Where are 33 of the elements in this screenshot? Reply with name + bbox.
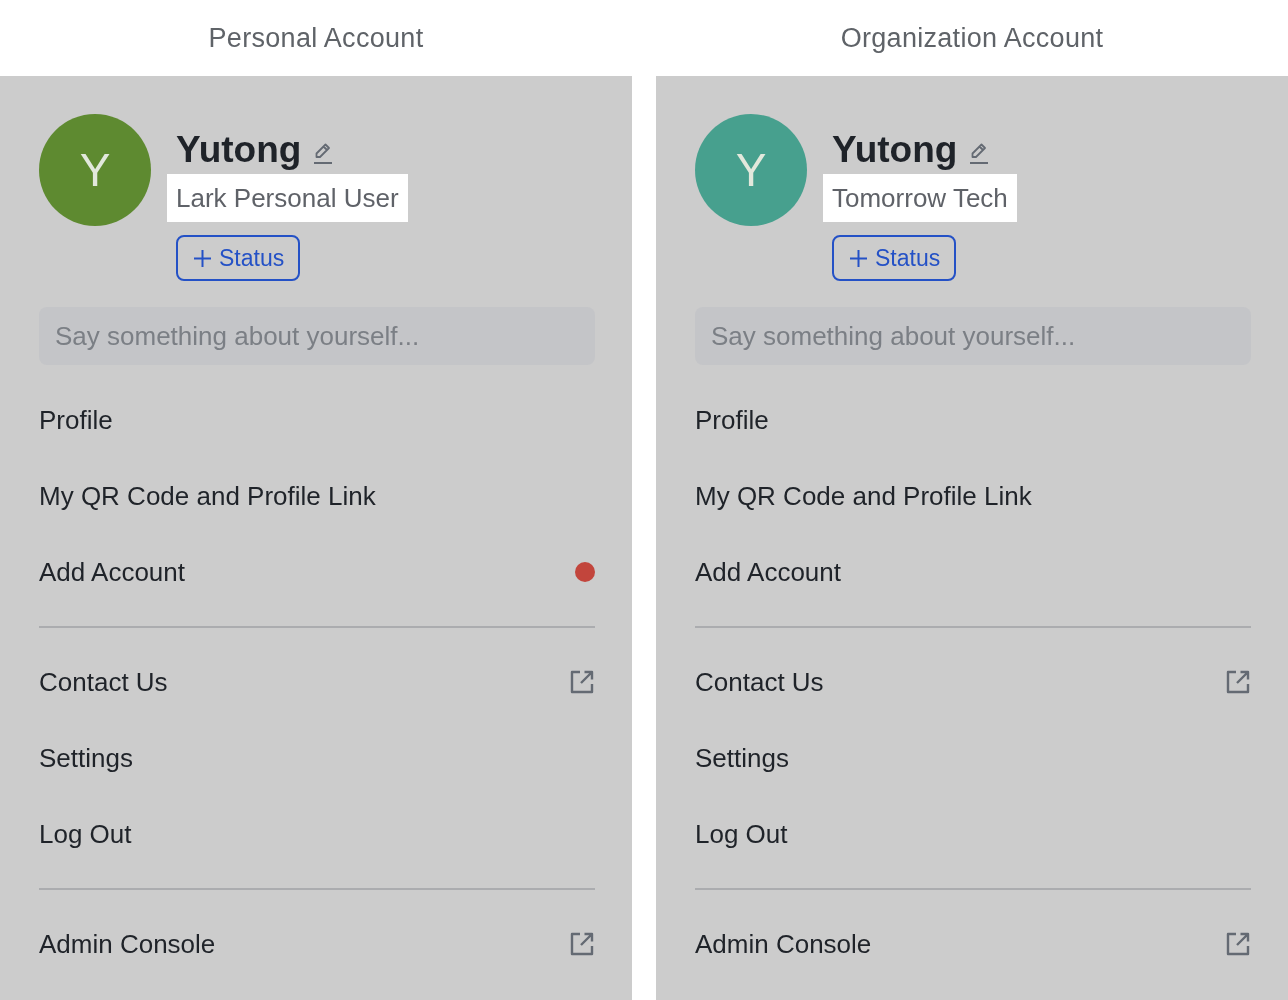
user-name: Yutong [832,128,958,172]
menu-item[interactable]: Log Out [695,796,1251,872]
external-link-icon [1225,931,1251,957]
menu-item[interactable]: Add Account [39,534,595,610]
user-name: Yutong [176,128,302,172]
external-link-icon [569,931,595,957]
external-link-icon [569,669,595,695]
account-subtitle: Tomorrow Tech [823,174,1017,222]
menu-item[interactable]: Add Account [695,534,1251,610]
menu-item[interactable]: Contact Us [695,644,1251,720]
menu-item[interactable]: My QR Code and Profile Link [695,458,1251,534]
notification-dot-icon [575,562,595,582]
bio-field[interactable]: Say something about yourself... [39,307,595,365]
menu-item[interactable]: Settings [695,720,1251,796]
status-button[interactable]: Status [176,235,301,281]
account-subtitle: Lark Personal User [167,174,408,222]
menu-item[interactable]: Admin Console [695,906,1251,982]
bio-field[interactable]: Say something about yourself... [695,307,1251,365]
status-button[interactable]: Status [832,235,957,281]
menu-item[interactable]: Log Out [39,796,595,872]
panel-caption: Personal Account [208,21,424,55]
external-link-icon [1225,669,1251,695]
menu-item[interactable]: My QR Code and Profile Link [39,458,595,534]
plus-icon [850,249,867,267]
menu-item[interactable]: Contact Us [39,644,595,720]
panel-caption: Organization Account [840,21,1104,55]
menu-item[interactable]: Admin Console [39,906,595,982]
menu-item[interactable]: Profile [39,382,595,458]
avatar: Y [695,114,807,226]
plus-icon [194,249,211,267]
menu-item[interactable]: Settings [39,720,595,796]
avatar: Y [39,114,151,226]
menu-item[interactable]: Profile [695,382,1251,458]
